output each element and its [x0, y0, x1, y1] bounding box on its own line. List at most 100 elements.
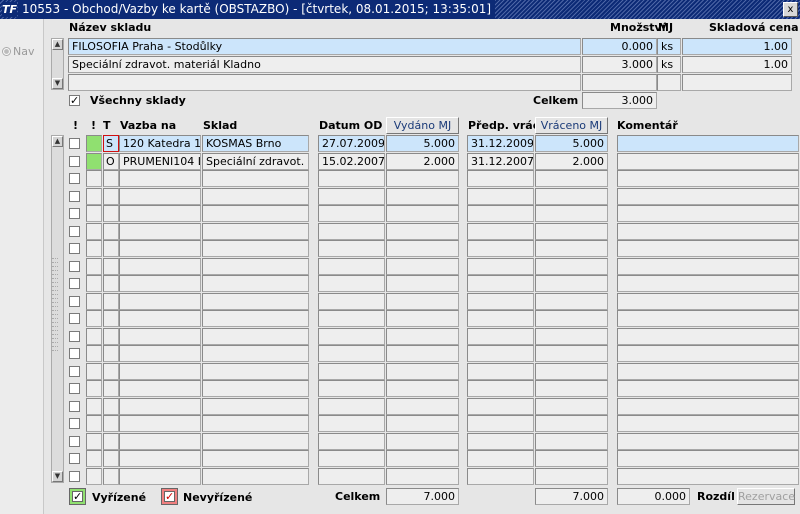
warehouse-unit-cell[interactable]: ks: [657, 38, 681, 55]
vydano-cell[interactable]: [386, 450, 459, 467]
vraceno-cell[interactable]: [535, 310, 608, 327]
vyrizene-legend[interactable]: ✓: [69, 488, 86, 505]
vraceno-cell[interactable]: [535, 450, 608, 467]
datum-cell[interactable]: [318, 327, 385, 345]
komentar-cell[interactable]: [617, 310, 799, 327]
warehouse-price-cell[interactable]: [682, 74, 792, 91]
vraceno-cell[interactable]: [535, 292, 608, 310]
scroll-up-icon[interactable]: ▲: [52, 39, 63, 50]
vazba-cell[interactable]: PRUMENI104 Ladi: [119, 152, 201, 170]
vraceno-cell[interactable]: [535, 467, 608, 485]
type-cell[interactable]: [103, 415, 119, 432]
sklad-cell[interactable]: [202, 345, 309, 362]
row-checkbox[interactable]: [69, 470, 80, 482]
warehouse-qty-cell[interactable]: [582, 74, 657, 91]
sklad-cell[interactable]: [202, 397, 309, 415]
row-checkbox[interactable]: [69, 453, 80, 464]
vraceno-cell[interactable]: [535, 222, 608, 240]
sklad-cell[interactable]: [202, 222, 309, 240]
all-warehouses-checkbox[interactable]: ✓: [69, 95, 80, 106]
sklad-cell[interactable]: [202, 257, 309, 275]
vraceno-cell[interactable]: [535, 205, 608, 222]
predp-cell[interactable]: [467, 345, 534, 362]
sklad-cell[interactable]: [202, 327, 309, 345]
vazba-cell[interactable]: [119, 415, 201, 432]
row-checkbox[interactable]: [69, 330, 80, 342]
komentar-cell[interactable]: [617, 397, 799, 415]
row-checkbox[interactable]: [69, 138, 80, 149]
vydano-cell[interactable]: [386, 275, 459, 292]
komentar-cell[interactable]: [617, 240, 799, 257]
vraceno-cell[interactable]: 2.000: [535, 152, 608, 170]
predp-cell[interactable]: 31.12.2007: [467, 152, 534, 170]
warehouse-unit-cell[interactable]: [657, 74, 681, 91]
vydano-cell[interactable]: 5.000: [386, 135, 459, 152]
warehouse-qty-cell[interactable]: 0.000: [582, 38, 657, 55]
vraceno-cell[interactable]: [535, 432, 608, 450]
predp-cell[interactable]: [467, 292, 534, 310]
datum-cell[interactable]: [318, 397, 385, 415]
vydano-cell[interactable]: [386, 397, 459, 415]
type-cell[interactable]: [103, 345, 119, 362]
sklad-cell[interactable]: KOSMAS Brno: [202, 135, 309, 152]
datum-cell[interactable]: [318, 467, 385, 485]
sklad-cell[interactable]: [202, 380, 309, 397]
predp-cell[interactable]: [467, 380, 534, 397]
vazba-cell[interactable]: [119, 222, 201, 240]
sklad-cell[interactable]: [202, 187, 309, 205]
komentar-cell[interactable]: [617, 187, 799, 205]
close-button[interactable]: x: [783, 2, 798, 17]
sklad-cell[interactable]: [202, 240, 309, 257]
predp-cell[interactable]: [467, 467, 534, 485]
vydano-sort-button[interactable]: Vydáno MJ: [386, 117, 459, 134]
sklad-cell[interactable]: [202, 467, 309, 485]
vazba-cell[interactable]: [119, 380, 201, 397]
type-cell[interactable]: [103, 257, 119, 275]
vraceno-cell[interactable]: [535, 415, 608, 432]
warehouse-name-cell[interactable]: FILOSOFIA Praha - Stodůlky: [68, 38, 581, 55]
vraceno-sort-button[interactable]: Vráceno MJ: [535, 117, 608, 134]
predp-cell[interactable]: [467, 240, 534, 257]
komentar-cell[interactable]: [617, 380, 799, 397]
vydano-cell[interactable]: [386, 467, 459, 485]
vraceno-cell[interactable]: [535, 240, 608, 257]
type-cell[interactable]: [103, 432, 119, 450]
komentar-cell[interactable]: [617, 432, 799, 450]
predp-cell[interactable]: [467, 432, 534, 450]
row-checkbox[interactable]: [69, 435, 80, 447]
warehouse-name-cell[interactable]: Speciální zdravot. materiál Kladno: [68, 56, 581, 73]
predp-cell[interactable]: [467, 397, 534, 415]
vraceno-cell[interactable]: [535, 380, 608, 397]
datum-cell[interactable]: [318, 415, 385, 432]
komentar-cell[interactable]: [617, 222, 799, 240]
vazba-cell[interactable]: [119, 275, 201, 292]
vazba-cell[interactable]: 120 Katedra 120: [119, 135, 201, 152]
scroll-down-icon[interactable]: ▼: [52, 78, 63, 89]
vazba-cell[interactable]: [119, 432, 201, 450]
predp-cell[interactable]: [467, 257, 534, 275]
type-cell[interactable]: O: [103, 152, 119, 170]
type-cell[interactable]: [103, 292, 119, 310]
vazba-cell[interactable]: [119, 170, 201, 187]
vydano-cell[interactable]: [386, 432, 459, 450]
vraceno-cell[interactable]: [535, 275, 608, 292]
vazba-cell[interactable]: [119, 345, 201, 362]
vydano-cell[interactable]: [386, 257, 459, 275]
komentar-cell[interactable]: [617, 170, 799, 187]
rezervace-button[interactable]: Rezervace: [737, 488, 795, 505]
row-checkbox[interactable]: [69, 295, 80, 307]
nevyrizene-legend[interactable]: ✓: [161, 488, 178, 505]
sklad-cell[interactable]: Speciální zdravot. mate: [202, 152, 309, 170]
vazba-cell[interactable]: [119, 467, 201, 485]
datum-cell[interactable]: [318, 310, 385, 327]
vraceno-cell[interactable]: [535, 397, 608, 415]
predp-cell[interactable]: [467, 415, 534, 432]
komentar-cell[interactable]: [617, 205, 799, 222]
vraceno-cell[interactable]: [535, 170, 608, 187]
datum-cell[interactable]: [318, 205, 385, 222]
row-checkbox[interactable]: [69, 190, 80, 202]
sklad-cell[interactable]: [202, 362, 309, 380]
predp-cell[interactable]: [467, 310, 534, 327]
row-checkbox[interactable]: [69, 313, 80, 324]
vazba-cell[interactable]: [119, 310, 201, 327]
